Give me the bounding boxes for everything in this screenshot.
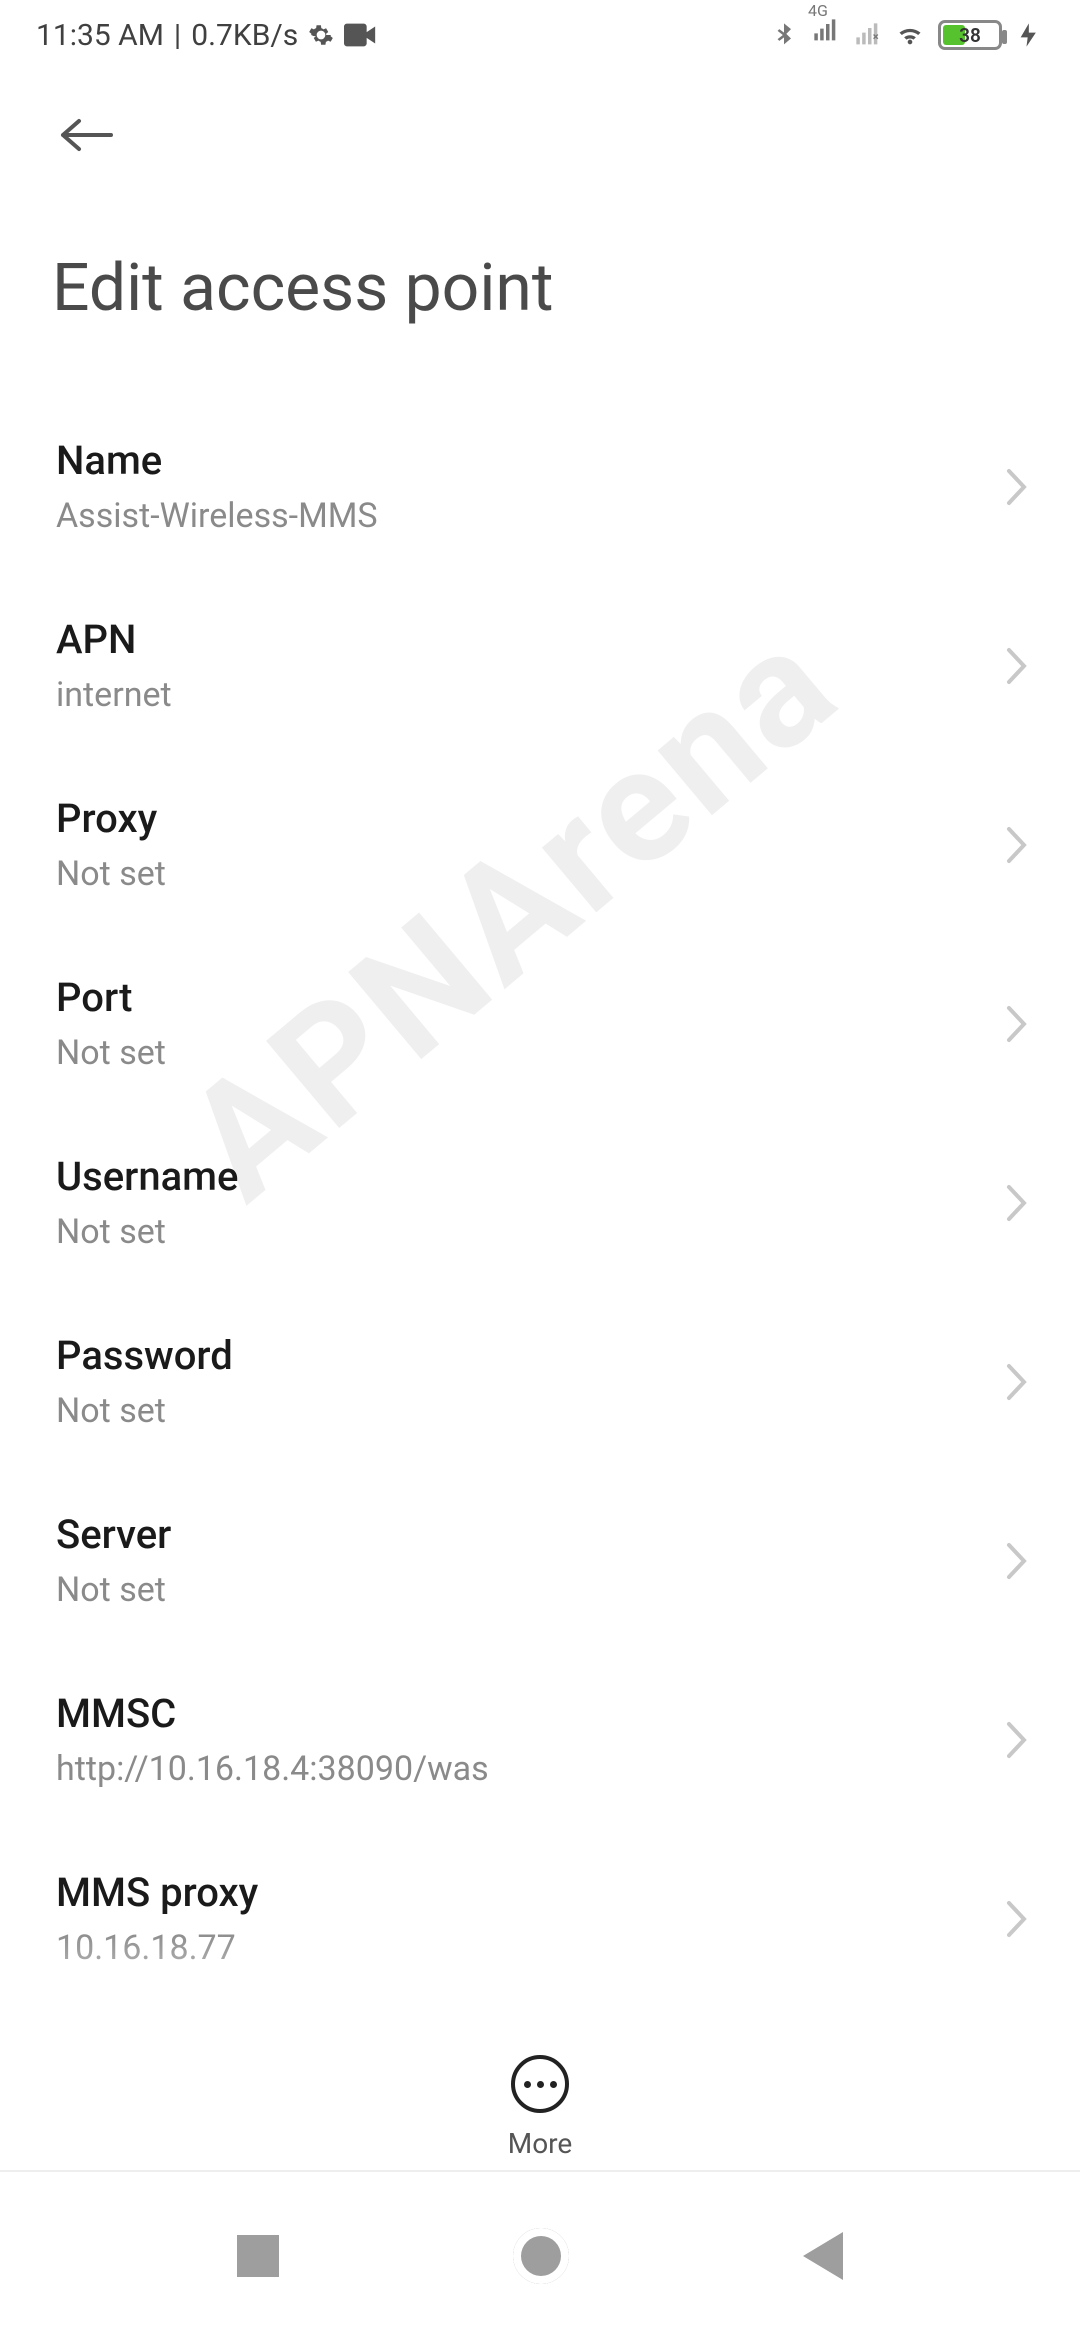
row-mms-proxy[interactable]: MMS proxy 10.16.18.77 [0, 1829, 1080, 1978]
row-value: Not set [56, 1212, 976, 1252]
status-time: 11:35 AM [36, 18, 164, 53]
row-value: http://10.16.18.4:38090/was [56, 1749, 976, 1789]
status-net-speed: 0.7KB/s [191, 18, 298, 53]
more-label: More [508, 2127, 573, 2160]
back-button[interactable] [52, 100, 122, 170]
chevron-right-icon [1006, 1542, 1028, 1580]
chevron-right-icon [1006, 647, 1028, 685]
chevron-right-icon [1006, 468, 1028, 506]
signal-none-icon [854, 21, 882, 49]
nav-back-button[interactable] [803, 2232, 843, 2280]
chevron-right-icon [1006, 1005, 1028, 1043]
row-proxy[interactable]: Proxy Not set [0, 755, 1080, 934]
row-value: Not set [56, 1033, 976, 1073]
row-label: Password [56, 1332, 976, 1379]
camera-icon [344, 23, 378, 47]
status-network-label: 4G [808, 1, 828, 20]
status-bar: 11:35 AM | 0.7KB/s 4G 38 [0, 0, 1080, 70]
arrow-left-icon [57, 115, 117, 155]
chevron-right-icon [1006, 1721, 1028, 1759]
row-label: Proxy [56, 795, 976, 842]
row-mmsc[interactable]: MMSC http://10.16.18.4:38090/was [0, 1650, 1080, 1829]
nav-recent-button[interactable] [237, 2235, 279, 2277]
row-label: Server [56, 1511, 976, 1558]
more-icon [511, 2055, 569, 2113]
row-value: 10.16.18.77 [56, 1928, 976, 1968]
more-menu[interactable]: More [0, 2055, 1080, 2160]
battery-icon: 38 [938, 20, 1002, 50]
row-name[interactable]: Name Assist-Wireless-MMS [0, 397, 1080, 576]
row-value: Not set [56, 1391, 976, 1431]
row-label: Name [56, 437, 976, 484]
bluetooth-icon [770, 21, 798, 49]
charging-icon [1016, 21, 1044, 49]
nav-home-button[interactable] [513, 2228, 569, 2284]
row-password[interactable]: Password Not set [0, 1292, 1080, 1471]
row-value: Not set [56, 1570, 976, 1610]
row-label: MMS proxy [56, 1869, 976, 1916]
header: Edit access point [0, 70, 1080, 397]
row-value: internet [56, 675, 976, 715]
chevron-right-icon [1006, 1363, 1028, 1401]
chevron-right-icon [1006, 826, 1028, 864]
row-label: APN [56, 616, 976, 663]
row-label: Port [56, 974, 976, 1021]
gear-icon [308, 22, 334, 48]
chevron-right-icon [1006, 1184, 1028, 1222]
row-value: Assist-Wireless-MMS [56, 496, 976, 536]
signal-4g-icon [812, 17, 840, 45]
row-value: Not set [56, 854, 976, 894]
row-server[interactable]: Server Not set [0, 1471, 1080, 1650]
page-title: Edit access point [52, 250, 1028, 327]
settings-list: Name Assist-Wireless-MMS APN internet Pr… [0, 397, 1080, 1978]
system-nav-bar [0, 2170, 1080, 2340]
wifi-icon [896, 21, 924, 49]
row-username[interactable]: Username Not set [0, 1113, 1080, 1292]
row-apn[interactable]: APN internet [0, 576, 1080, 755]
status-separator: | [174, 18, 181, 53]
row-label: MMSC [56, 1690, 976, 1737]
battery-percent: 38 [941, 24, 999, 47]
row-label: Username [56, 1153, 976, 1200]
chevron-right-icon [1006, 1900, 1028, 1938]
row-port[interactable]: Port Not set [0, 934, 1080, 1113]
